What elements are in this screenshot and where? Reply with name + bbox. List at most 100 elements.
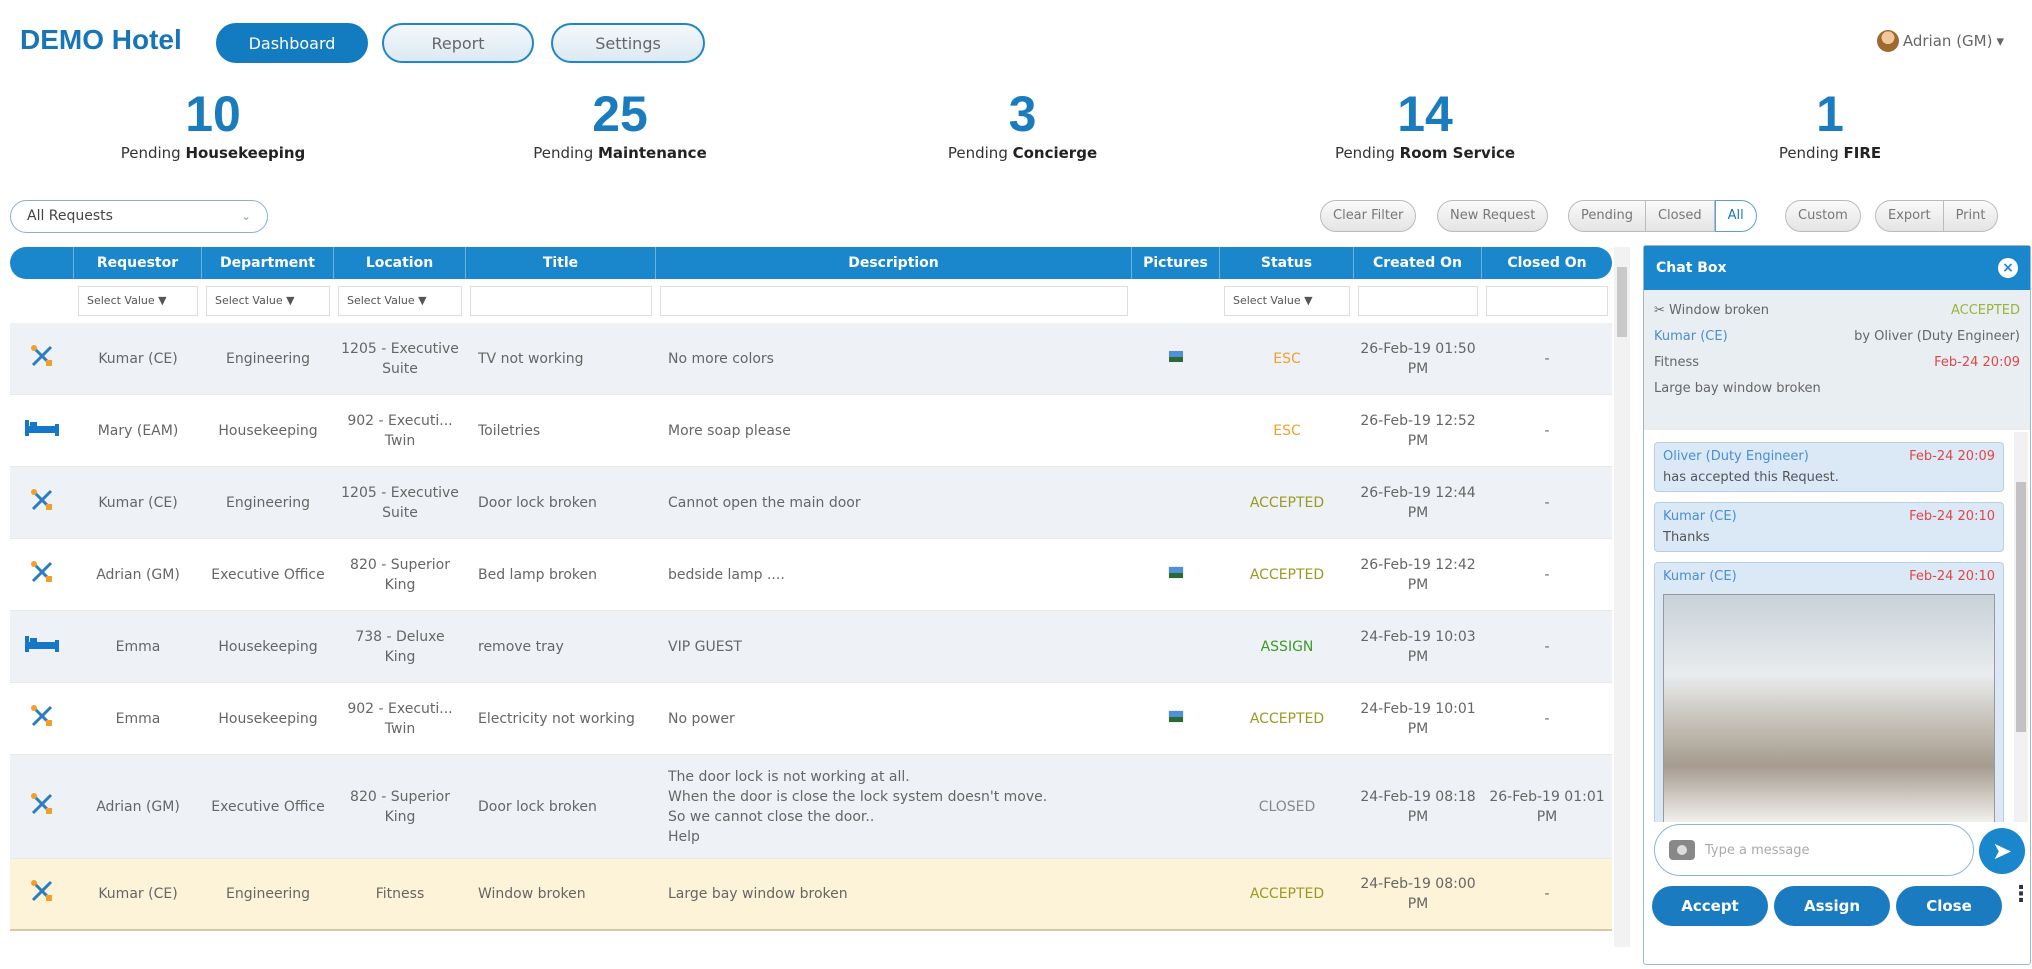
cell-title: TV not working — [478, 350, 584, 367]
col-department[interactable]: Department — [202, 247, 334, 279]
more-options-icon[interactable]: ⋮ — [2010, 884, 2032, 906]
status-filter-select[interactable]: Select Value ▼ — [1224, 286, 1350, 316]
scroll-thumb[interactable] — [2016, 482, 2026, 732]
close-request-button[interactable]: Close — [1896, 886, 2002, 926]
col-description[interactable]: Description — [656, 247, 1132, 279]
camera-icon[interactable] — [1669, 840, 1695, 860]
description-filter-input[interactable] — [660, 286, 1128, 316]
chat-scrollbar[interactable] — [2014, 432, 2028, 822]
cell-requestor: Mary (EAM) — [97, 422, 179, 439]
cell-title: Electricity not working — [478, 710, 635, 727]
scroll-thumb[interactable] — [1617, 267, 1627, 337]
title-filter-input[interactable] — [470, 286, 652, 316]
assign-button[interactable]: Assign — [1774, 886, 1890, 926]
message-time: Feb-24 20:09 — [1909, 449, 1995, 464]
table-header: Requestor Department Location Title Desc… — [10, 247, 1612, 279]
cell-created: 24-Feb-19 08:00 PM — [1360, 876, 1476, 912]
cell-closed: - — [1544, 638, 1550, 655]
picture-icon[interactable] — [1168, 349, 1184, 363]
cell-department: Engineering — [226, 494, 310, 511]
message-author: Kumar (CE) — [1663, 569, 1737, 584]
table-row[interactable]: Kumar (CE) Engineering 1205 - Executive Su… — [10, 323, 1612, 395]
export-button[interactable]: Export — [1875, 200, 1944, 232]
cell-status: ACCEPTED — [1249, 566, 1325, 583]
cell-closed: - — [1544, 422, 1550, 439]
new-request-button[interactable]: New Request — [1437, 200, 1549, 232]
picture-icon[interactable] — [1168, 709, 1184, 723]
col-requestor[interactable]: Requestor — [74, 247, 202, 279]
cell-title: Bed lamp broken — [478, 566, 597, 583]
cell-department: Executive Office — [211, 566, 325, 583]
message-text: has accepted this Request. — [1663, 470, 1839, 485]
stat-label: Pending Maintenance — [533, 144, 707, 162]
filter-pending-button[interactable]: Pending — [1568, 200, 1646, 232]
stat-concierge[interactable]: 3 Pending Concierge — [910, 88, 1135, 162]
accept-button[interactable]: Accept — [1652, 886, 1768, 926]
user-name: Adrian (GM) — [1902, 32, 1993, 50]
cell-location: 1205 - Executive Suite — [341, 340, 459, 377]
cell-description: Large bay window broken — [668, 886, 848, 902]
table-row[interactable]: Mary (EAM) Housekeeping 902 - Executi... T… — [10, 395, 1612, 467]
cell-description: VIP GUEST — [668, 638, 742, 655]
location-filter-select[interactable]: Select Value ▼ — [338, 286, 462, 316]
user-menu[interactable]: Adrian (GM) ▾ — [1876, 30, 2004, 52]
col-created[interactable]: Created On — [1354, 247, 1482, 279]
tools-icon — [10, 792, 74, 822]
cell-status: ACCEPTED — [1249, 494, 1325, 511]
stat-maintenance[interactable]: 25 Pending Maintenance — [500, 88, 740, 162]
table-scrollbar[interactable] — [1614, 247, 1630, 947]
stat-housekeeping[interactable]: 10 Pending Housekeeping — [98, 88, 328, 162]
col-closed[interactable]: Closed On — [1482, 247, 1612, 279]
stat-number: 14 — [1397, 86, 1453, 142]
department-filter-select[interactable]: Select Value ▼ — [206, 286, 330, 316]
cell-created: 24-Feb-19 10:03 PM — [1360, 628, 1476, 665]
close-icon[interactable]: × — [1998, 258, 2018, 278]
cell-status: ACCEPTED — [1249, 710, 1325, 727]
cell-created: 26-Feb-19 01:50 PM — [1360, 340, 1476, 377]
table-row[interactable]: Kumar (CE) Engineering Fitness Window broke… — [10, 859, 1612, 931]
message-input[interactable]: Type a message — [1654, 824, 1974, 876]
cell-requestor: Emma — [115, 710, 161, 727]
custom-button[interactable]: Custom — [1785, 200, 1861, 232]
col-location[interactable]: Location — [334, 247, 466, 279]
send-icon[interactable]: ➤ — [1979, 828, 2025, 874]
stat-number: 10 — [185, 86, 241, 142]
requestor-filter-select[interactable]: Select Value ▼ — [78, 286, 198, 316]
caret-down-icon: ▾ — [1996, 32, 2004, 50]
nav-dashboard-button[interactable]: Dashboard — [216, 23, 368, 63]
cell-description: More soap please — [668, 422, 791, 439]
cell-title: Toiletries — [478, 422, 541, 439]
nav-report-button[interactable]: Report — [382, 23, 534, 63]
filter-closed-button[interactable]: Closed — [1645, 200, 1715, 232]
requests-filter-select[interactable]: All Requests ⌄ — [10, 200, 268, 233]
table-row[interactable]: Emma Housekeeping 738 - Deluxe King remove … — [10, 611, 1612, 683]
table-row[interactable]: Emma Housekeeping 902 - Executi... Twin Ele… — [10, 683, 1612, 755]
stat-fire[interactable]: 1 Pending FIRE — [1740, 88, 1920, 162]
print-button[interactable]: Print — [1943, 200, 1999, 232]
cell-status: ESC — [1273, 350, 1301, 367]
clear-filter-button[interactable]: Clear Filter — [1320, 200, 1417, 232]
cell-created: 26-Feb-19 12:42 PM — [1360, 556, 1476, 593]
table-row[interactable]: Kumar (CE) Engineering 1205 - Executive Su… — [10, 467, 1612, 539]
stat-room-service[interactable]: 14 Pending Room Service — [1310, 88, 1540, 162]
cell-closed: - — [1544, 886, 1550, 902]
table-row[interactable]: Adrian (GM) Executive Office 820 - Superio… — [10, 755, 1612, 859]
message-photo[interactable] — [1663, 594, 1995, 822]
created-filter-input[interactable] — [1358, 286, 1478, 316]
summary-by: by Oliver (Duty Engineer) — [1854, 329, 2020, 344]
col-title[interactable]: Title — [466, 247, 656, 279]
cell-location: 902 - Executi... Twin — [347, 412, 453, 449]
picture-icon[interactable] — [1168, 565, 1184, 579]
summary-title: Window broken — [1669, 303, 1769, 318]
nav-settings-button[interactable]: Settings — [551, 23, 705, 63]
chat-message: Oliver (Duty Engineer) Feb-24 20:09 has a… — [1654, 442, 2004, 492]
col-status[interactable]: Status — [1220, 247, 1354, 279]
summary-status: ACCEPTED — [1950, 303, 2020, 318]
tools-icon — [10, 704, 74, 734]
closed-filter-input[interactable] — [1486, 286, 1608, 316]
filter-all-button[interactable]: All — [1714, 200, 1757, 232]
table-row[interactable]: Adrian (GM) Executive Office 820 - Superio… — [10, 539, 1612, 611]
cell-description: bedside lamp .... — [668, 566, 785, 583]
col-pictures[interactable]: Pictures — [1132, 247, 1220, 279]
cell-department: Housekeeping — [218, 710, 318, 727]
